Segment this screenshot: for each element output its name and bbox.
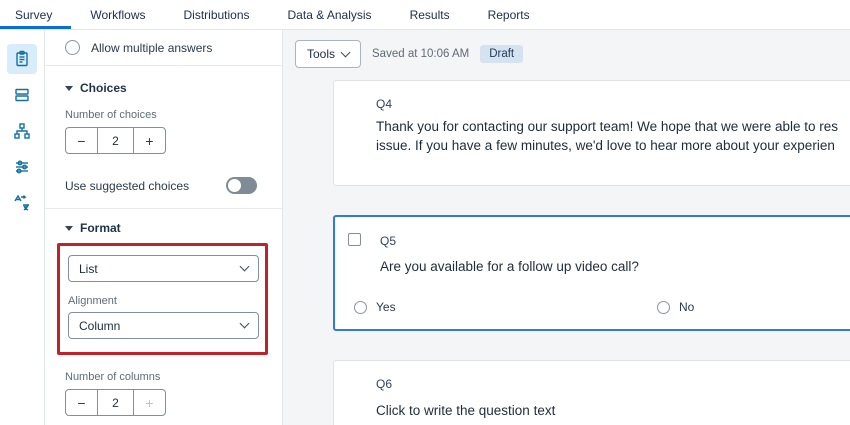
tab-workflows[interactable]: Workflows <box>71 0 164 29</box>
choices-increment-button[interactable]: + <box>134 128 165 153</box>
format-dropdown[interactable]: List <box>68 255 259 282</box>
number-of-choices-label: Number of choices <box>45 109 282 121</box>
answer-option-no[interactable]: No <box>657 300 694 314</box>
alignment-dropdown[interactable]: Column <box>68 312 259 339</box>
chevron-down-icon <box>65 86 73 91</box>
answer-option-yes[interactable]: Yes <box>354 300 396 314</box>
columns-count-value[interactable]: 2 <box>97 390 134 415</box>
sidebar-item-translations[interactable] <box>7 188 37 218</box>
draft-status-badge: Draft <box>480 45 523 63</box>
tab-reports[interactable]: Reports <box>469 0 549 29</box>
allow-multiple-row[interactable]: Allow multiple answers <box>45 30 282 66</box>
chevron-down-icon <box>65 226 73 231</box>
tab-data-analysis[interactable]: Data & Analysis <box>269 0 391 29</box>
question-id: Q4 <box>376 97 392 111</box>
columns-increment-button[interactable]: + <box>134 390 165 415</box>
tab-results[interactable]: Results <box>391 0 469 29</box>
survey-flow-icon <box>13 122 31 140</box>
icon-sidebar <box>0 30 45 425</box>
question-text-line1[interactable]: Thank you for contacting our support tea… <box>376 119 850 134</box>
blocks-icon <box>13 86 31 104</box>
question-list: Q4 Thank you for contacting our support … <box>333 80 850 425</box>
tab-distributions[interactable]: Distributions <box>164 0 268 29</box>
translations-icon <box>13 194 31 212</box>
question-id: Q6 <box>376 377 392 391</box>
tab-survey[interactable]: Survey <box>0 0 71 29</box>
radio-icon[interactable] <box>657 301 670 314</box>
survey-canvas: Tools Saved at 10:06 AM Draft Q4 Thank y… <box>283 30 850 425</box>
allow-multiple-label: Allow multiple answers <box>91 41 212 55</box>
answer-option-label: Yes <box>376 300 396 314</box>
sidebar-item-blocks[interactable] <box>7 80 37 110</box>
tools-button[interactable]: Tools <box>295 40 361 68</box>
choices-count-stepper: − 2 + <box>65 127 166 154</box>
format-section-title: Format <box>80 221 121 235</box>
choices-section-header[interactable]: Choices <box>45 81 282 95</box>
chevron-down-icon <box>240 262 250 272</box>
chevron-down-icon <box>240 319 250 329</box>
sidebar-item-survey-builder[interactable] <box>7 44 37 74</box>
alignment-label: Alignment <box>68 295 257 307</box>
saved-status-text: Saved at 10:06 AM <box>372 48 469 60</box>
sidebar-item-survey-options[interactable] <box>7 152 37 182</box>
alignment-dropdown-value: Column <box>79 319 120 333</box>
choices-decrement-button[interactable]: − <box>66 128 97 153</box>
survey-options-icon <box>13 158 31 176</box>
question-select-checkbox[interactable] <box>348 233 361 246</box>
question-text-line2[interactable]: issue. If you have a few minutes, we'd l… <box>376 138 850 153</box>
question-card-q4[interactable]: Q4 Thank you for contacting our support … <box>333 80 850 186</box>
suggested-choices-label: Use suggested choices <box>65 179 189 193</box>
format-dropdown-value: List <box>79 262 98 276</box>
question-text[interactable]: Are you available for a follow up video … <box>380 259 850 274</box>
suggested-choices-row: Use suggested choices <box>45 177 282 194</box>
top-nav: Survey Workflows Distributions Data & An… <box>0 0 850 30</box>
sidebar-item-survey-flow[interactable] <box>7 116 37 146</box>
divider <box>45 208 282 209</box>
survey-builder-icon <box>13 50 31 68</box>
format-section-header[interactable]: Format <box>45 221 282 235</box>
question-id: Q5 <box>380 234 396 248</box>
columns-count-stepper: − 2 + <box>65 389 166 416</box>
answer-option-label: No <box>679 300 694 314</box>
allow-multiple-radio[interactable] <box>65 40 80 55</box>
canvas-toolbar: Tools Saved at 10:06 AM Draft <box>295 40 523 68</box>
chevron-down-icon <box>341 48 351 58</box>
settings-panel: Allow multiple answers Choices Number of… <box>45 30 283 425</box>
annotation-highlight-box: List Alignment Column <box>57 243 268 355</box>
columns-decrement-button[interactable]: − <box>66 390 97 415</box>
choices-section-title: Choices <box>80 81 127 95</box>
choices-count-value[interactable]: 2 <box>97 128 134 153</box>
radio-icon[interactable] <box>354 301 367 314</box>
question-card-q5[interactable]: Q5 Are you available for a follow up vid… <box>333 215 850 331</box>
suggested-choices-toggle[interactable] <box>226 177 257 194</box>
toggle-knob <box>228 179 241 192</box>
question-card-q6[interactable]: Q6 Click to write the question text <box>333 360 850 425</box>
question-text[interactable]: Click to write the question text <box>376 403 850 418</box>
number-of-columns-label: Number of columns <box>45 371 282 383</box>
tools-button-label: Tools <box>307 47 335 61</box>
